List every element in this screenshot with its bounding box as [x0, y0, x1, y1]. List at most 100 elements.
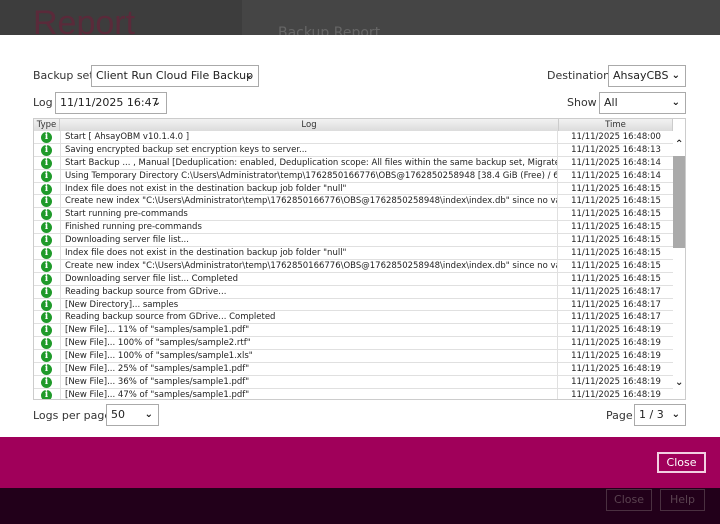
- log-time: 11/11/2025 16:48:19: [571, 338, 661, 349]
- info-icon: i: [41, 157, 52, 169]
- log-message: Reading backup source from GDrive...: [60, 285, 558, 298]
- log-message: [New File]... 100% of "samples/sample1.x…: [60, 350, 558, 363]
- info-icon: i: [41, 273, 52, 285]
- dialog-footer: [0, 437, 720, 488]
- log-table: Type Log Time i Start [ AhsayOBM v10.1.4.…: [33, 118, 686, 400]
- table-row[interactable]: i [New File]... 36% of "samples/sample1.p…: [34, 375, 673, 389]
- info-icon: i: [41, 389, 52, 399]
- scrollbar-thumb[interactable]: [673, 156, 685, 248]
- destination-select[interactable]: AhsayCBS ⌄: [608, 65, 686, 87]
- info-icon: i: [41, 312, 52, 324]
- chevron-down-icon: ⌄: [244, 70, 253, 81]
- info-icon: i: [41, 132, 52, 143]
- show-label: Show: [567, 96, 597, 109]
- chevron-down-icon: ⌄: [152, 97, 161, 108]
- table-row[interactable]: i [New File]... 11% of "samples/sample1.p…: [34, 324, 673, 338]
- background-subtitle: Backup Report: [278, 25, 381, 35]
- log-time: 11/11/2025 16:48:15: [571, 222, 661, 233]
- info-icon: i: [41, 183, 52, 195]
- table-row[interactable]: i [New File]... 25% of "samples/sample1.p…: [34, 363, 673, 376]
- logs-per-page-select[interactable]: 50 ⌄: [106, 404, 159, 426]
- table-scrollbar[interactable]: ⌃ ⌄: [673, 131, 685, 399]
- table-row[interactable]: i [New File]... 47% of "samples/sample1.p…: [34, 388, 673, 400]
- background-help-button: Help: [660, 489, 705, 511]
- log-time: 11/11/2025 16:48:15: [571, 209, 661, 220]
- table-row[interactable]: i Start [ AhsayOBM v10.1.4.0 ] 11/11/2025 …: [34, 131, 673, 144]
- background-header: Report Backup Report: [0, 0, 720, 35]
- table-row[interactable]: i Create new index "C:\Users\Administrato…: [34, 195, 673, 209]
- backup-set-select[interactable]: Client Run Cloud File Backup ⌄: [91, 65, 259, 87]
- backup-set-label: Backup set: [33, 69, 94, 82]
- log-message: Index file does not exist in the destina…: [60, 182, 558, 195]
- info-icon: i: [41, 286, 52, 298]
- column-header-time[interactable]: Time: [559, 119, 673, 131]
- close-button[interactable]: Close: [657, 452, 706, 473]
- table-row[interactable]: i [New File]... 100% of "samples/sample2.…: [34, 337, 673, 351]
- log-message: Create new index "C:\Users\Administrator…: [60, 259, 558, 272]
- info-icon: i: [41, 235, 52, 247]
- logs-per-page-value: 50: [111, 408, 125, 421]
- table-row[interactable]: i Start running pre-commands 11/11/2025 16…: [34, 208, 673, 222]
- log-message: [New File]... 47% of "samples/sample1.pd…: [60, 388, 558, 399]
- log-time: 11/11/2025 16:48:19: [571, 376, 661, 387]
- show-select[interactable]: All ⌄: [599, 92, 686, 114]
- info-icon: i: [41, 196, 52, 208]
- log-time: 11/11/2025 16:48:15: [571, 260, 661, 271]
- log-time: 11/11/2025 16:48:14: [571, 157, 661, 168]
- table-row[interactable]: i Create new index "C:\Users\Administrato…: [34, 259, 673, 273]
- info-icon: i: [41, 222, 52, 234]
- log-time: 11/11/2025 16:48:15: [571, 196, 661, 207]
- info-icon: i: [41, 170, 52, 182]
- info-icon: i: [41, 376, 52, 388]
- log-message: Saving encrypted backup set encryption k…: [60, 143, 558, 156]
- table-row[interactable]: i Reading backup source from GDrive... Co…: [34, 311, 673, 325]
- log-message: [New File]... 36% of "samples/sample1.pd…: [60, 375, 558, 388]
- log-message: [New File]... 11% of "samples/sample1.pd…: [60, 324, 558, 337]
- log-time: 11/11/2025 16:48:15: [571, 183, 661, 194]
- table-row[interactable]: i Saving encrypted backup set encryption …: [34, 143, 673, 157]
- info-icon: i: [41, 351, 52, 363]
- table-header: Type Log Time: [34, 119, 673, 131]
- log-time: 11/11/2025 16:48:17: [571, 299, 661, 310]
- logs-per-page-label: Logs per page: [33, 409, 112, 422]
- table-row[interactable]: i Finished running pre-commands 11/11/2025…: [34, 221, 673, 235]
- destination-value: AhsayCBS: [613, 69, 669, 82]
- log-time: 11/11/2025 16:48:13: [571, 144, 661, 155]
- table-row[interactable]: i Index file does not exist in the destin…: [34, 247, 673, 260]
- table-row[interactable]: i Index file does not exist in the destin…: [34, 182, 673, 196]
- log-select[interactable]: 11/11/2025 16:47 ⌄: [55, 92, 167, 114]
- log-message: Start Backup ... , Manual [Deduplication…: [60, 156, 558, 169]
- chevron-down-icon: ⌄: [671, 409, 680, 420]
- log-time: 11/11/2025 16:48:19: [571, 389, 661, 400]
- log-message: [New File]... 25% of "samples/sample1.pd…: [60, 363, 558, 376]
- log-time: 11/11/2025 16:48:15: [571, 273, 661, 284]
- log-message: Start running pre-commands: [60, 208, 558, 221]
- column-header-log[interactable]: Log: [60, 119, 559, 131]
- table-row[interactable]: i Downloading server file list... 11/11/20…: [34, 234, 673, 248]
- info-icon: i: [41, 260, 52, 272]
- log-message: Create new index "C:\Users\Administrator…: [60, 195, 558, 208]
- info-icon: i: [41, 248, 52, 260]
- page-value: 1 / 3: [639, 408, 664, 421]
- log-time: 11/11/2025 16:48:15: [571, 235, 661, 246]
- chevron-down-icon: ⌄: [671, 97, 680, 108]
- log-label: Log: [33, 96, 53, 109]
- table-row[interactable]: i Downloading server file list... Complet…: [34, 272, 673, 286]
- log-time: 11/11/2025 16:48:17: [571, 286, 661, 297]
- destination-label: Destination: [547, 69, 611, 82]
- table-row[interactable]: i Start Backup ... , Manual [Deduplicatio…: [34, 156, 673, 170]
- table-row[interactable]: i Reading backup source from GDrive... 11/…: [34, 285, 673, 299]
- scroll-down-icon[interactable]: ⌄: [675, 377, 683, 388]
- log-time: 11/11/2025 16:48:19: [571, 325, 661, 336]
- info-icon: i: [41, 144, 52, 156]
- info-icon: i: [41, 209, 52, 221]
- table-row[interactable]: i [New File]... 100% of "samples/sample1.…: [34, 350, 673, 364]
- show-value: All: [604, 96, 618, 109]
- page-select[interactable]: 1 / 3 ⌄: [634, 404, 686, 426]
- column-header-type[interactable]: Type: [34, 119, 60, 131]
- table-row[interactable]: i Using Temporary Directory C:\Users\Admi…: [34, 169, 673, 183]
- info-icon: i: [41, 338, 52, 350]
- table-row[interactable]: i [New Directory]... samples 11/11/2025 16…: [34, 298, 673, 312]
- scroll-up-icon[interactable]: ⌃: [675, 139, 683, 150]
- log-time: 11/11/2025 16:48:00: [571, 132, 661, 142]
